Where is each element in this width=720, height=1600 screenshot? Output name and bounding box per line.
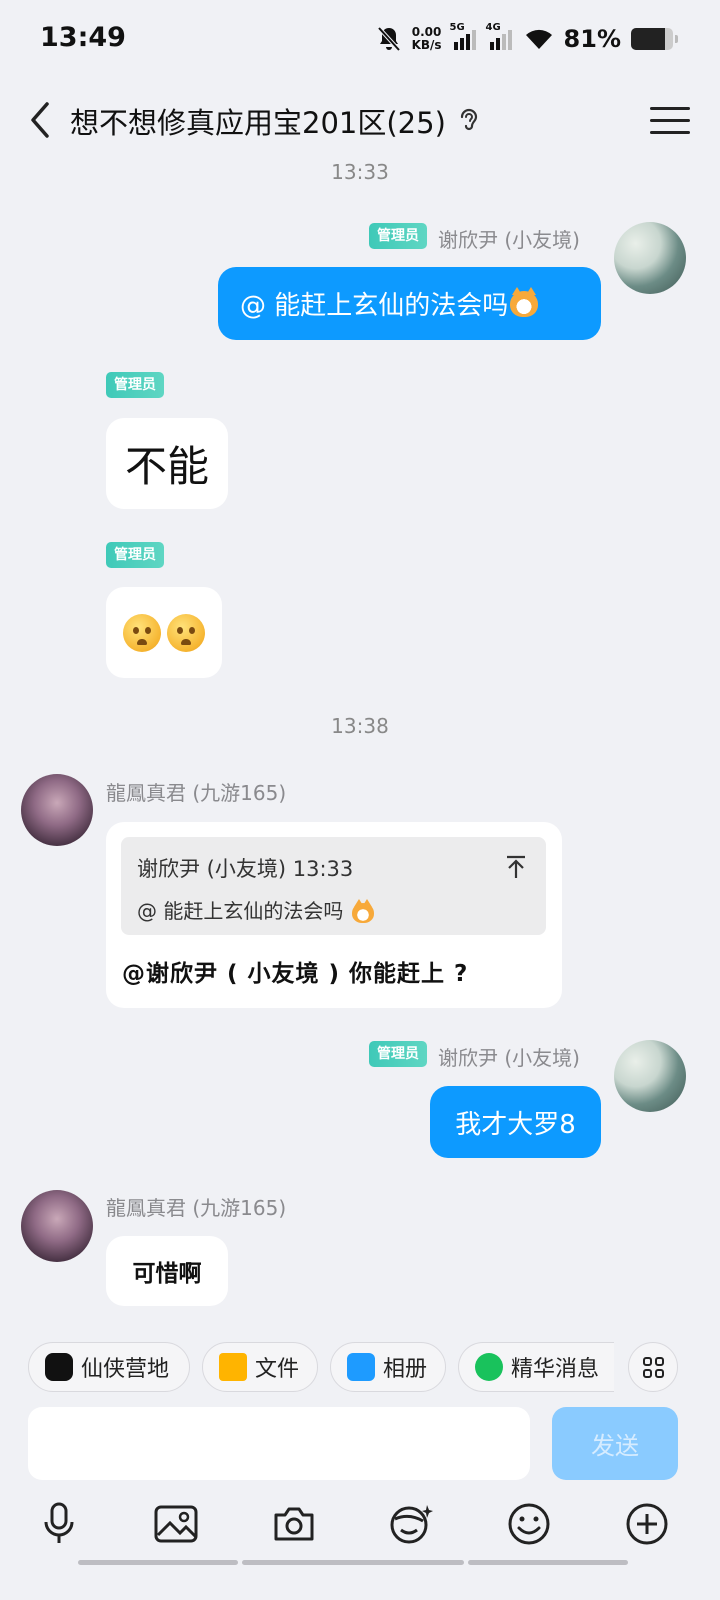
message-text: @ 能赶上玄仙的法会吗 (240, 291, 509, 321)
shortcut-label: 精华消息 (511, 1357, 600, 1382)
time-separator: 13:38 (331, 714, 389, 738)
member-avatar[interactable] (21, 1190, 93, 1262)
more-apps-button[interactable] (628, 1342, 678, 1392)
net-speed-unit: KB/s (411, 38, 442, 52)
sticker-icon (390, 1505, 433, 1544)
menu-icon (650, 106, 690, 110)
home-indicator (78, 1560, 238, 1565)
shortcut-files[interactable]: 文件 (202, 1342, 318, 1392)
emoji-icon (508, 1503, 550, 1545)
signal-5g-label: 5G (449, 22, 465, 33)
shortcut-album[interactable]: 相册 (330, 1342, 446, 1392)
camp-icon (45, 1353, 73, 1381)
quote-text: @ 能赶上玄仙的法会吗 (137, 895, 374, 924)
message-text: 不能 (124, 442, 209, 491)
wifi-icon (525, 29, 552, 49)
reply-message-bubble[interactable]: 谢欣尹 (小友境) 13:33 @ 能赶上玄仙的法会吗 @谢欣尹 ( 小友境 )… (106, 822, 562, 1008)
my-avatar[interactable] (614, 1040, 686, 1112)
admin-badge: 管理员 (106, 542, 164, 568)
battery-level (631, 28, 666, 50)
folder-icon (219, 1353, 247, 1381)
pleading-face-icon (167, 613, 205, 652)
chat-header: 想不想修真应用宝201区(25) (0, 90, 720, 152)
sticker-button[interactable] (386, 1500, 434, 1548)
admin-badge: 管理员 (369, 1041, 427, 1067)
plus-button[interactable] (623, 1500, 671, 1548)
cat-emoji-icon (510, 286, 539, 317)
back-button[interactable] (20, 98, 60, 142)
plus-icon (626, 1503, 668, 1545)
message-text: 可惜啊 (132, 1261, 202, 1287)
emoji-message-bubble[interactable] (106, 587, 222, 678)
signal-4g-label: 4G (485, 22, 501, 33)
battery-percent: 81% (563, 25, 621, 53)
home-indicator (468, 1560, 628, 1565)
jump-to-top-icon[interactable] (505, 855, 527, 879)
message-bubble[interactable]: 可惜啊 (106, 1236, 228, 1306)
signal-5g-icon: 5G (450, 22, 478, 50)
net-speed: 0.00 KB/s (412, 26, 442, 52)
signal-4g-icon: 4G (486, 22, 514, 50)
battery-icon (631, 28, 673, 50)
status-bar: 13:49 0.00 KB/s 5G 4G 81% (0, 0, 720, 78)
menu-button[interactable] (650, 100, 690, 140)
shortcut-featured[interactable]: 精华消息 (458, 1342, 614, 1392)
voice-button[interactable] (35, 1500, 83, 1548)
quoted-message[interactable]: 谢欣尹 (小友境) 13:33 @ 能赶上玄仙的法会吗 (121, 837, 546, 935)
message-text: 我才大罗8 (455, 1109, 576, 1140)
image-button[interactable] (152, 1500, 200, 1548)
sender-name: 谢欣尹 (小友境) (438, 228, 580, 252)
cat-emoji-icon (351, 898, 374, 923)
ear-icon[interactable] (457, 106, 481, 136)
message-bubble[interactable]: @ 能赶上玄仙的法会吗 (218, 267, 601, 340)
chat-title[interactable]: 想不想修真应用宝201区(25) (70, 100, 446, 142)
sender-name: 谢欣尹 (小友境) (438, 1046, 580, 1070)
send-button[interactable]: 发送 (552, 1407, 678, 1480)
star-icon (475, 1353, 503, 1381)
time-separator: 13:33 (331, 160, 389, 184)
sender-name: 龍鳳真君 (九游165) (106, 781, 287, 805)
battery-tip (675, 35, 678, 43)
shortcut-label: 相册 (383, 1357, 428, 1382)
bell-off-icon (377, 26, 401, 52)
my-avatar[interactable] (614, 222, 686, 294)
camera-icon (274, 1507, 314, 1541)
emoji-button[interactable] (505, 1500, 553, 1548)
message-bubble[interactable]: 我才大罗8 (430, 1086, 601, 1158)
pleading-face-icon (123, 613, 161, 652)
apps-grid-icon (642, 1356, 652, 1366)
back-icon (31, 102, 49, 138)
image-icon (154, 1505, 198, 1543)
message-input[interactable] (28, 1407, 530, 1480)
message-text: @谢欣尹 ( 小友境 ) 你能赶上 ? (122, 961, 469, 987)
admin-badge: 管理员 (106, 372, 164, 398)
shortcut-label: 仙侠营地 (81, 1357, 170, 1382)
admin-badge: 管理员 (369, 223, 427, 249)
shortcut-label: 文件 (255, 1357, 300, 1382)
shortcut-xianxia-camp[interactable]: 仙侠营地 (28, 1342, 190, 1392)
status-icons: 0.00 KB/s 5G 4G 81% (376, 22, 678, 56)
sender-name: 龍鳳真君 (九游165) (106, 1196, 287, 1220)
status-time: 13:49 (40, 22, 126, 53)
home-indicator (242, 1560, 464, 1565)
member-avatar[interactable] (21, 774, 93, 846)
quote-text-content: @ 能赶上玄仙的法会吗 (137, 899, 344, 923)
camera-button[interactable] (270, 1500, 318, 1548)
quote-meta: 谢欣尹 (小友境) 13:33 (137, 857, 354, 881)
microphone-icon (44, 1502, 74, 1543)
photo-icon (347, 1353, 375, 1381)
message-bubble[interactable]: 不能 (106, 418, 228, 509)
